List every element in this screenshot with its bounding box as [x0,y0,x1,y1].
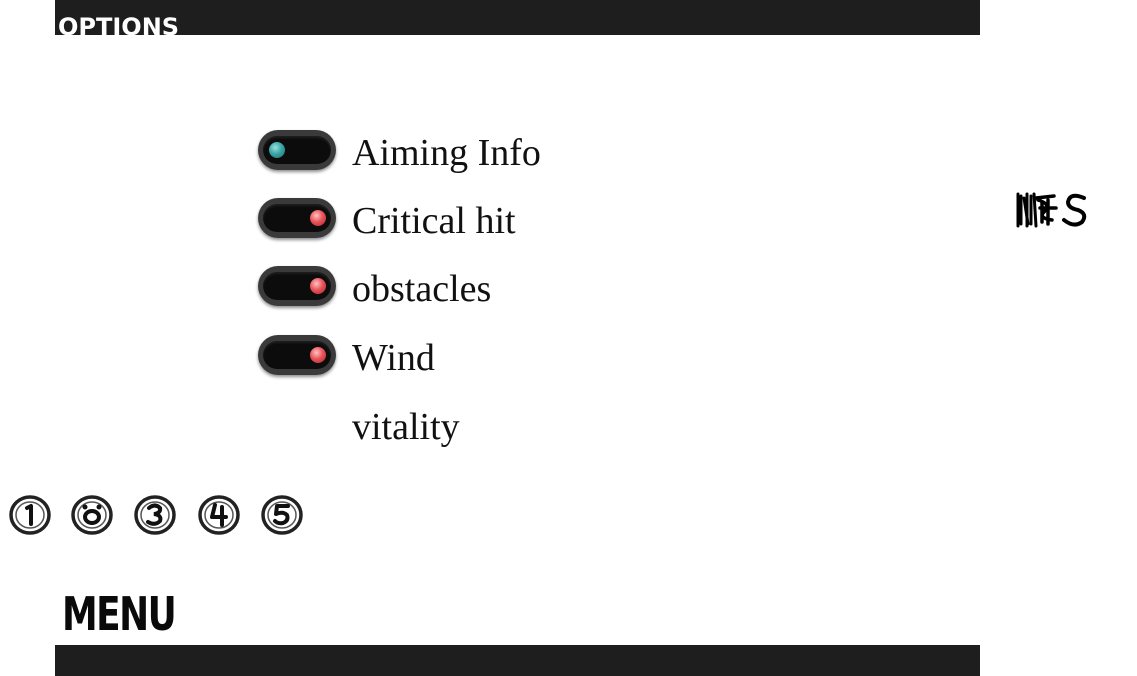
toggle-knob [310,210,326,226]
toggle-knob [310,347,326,363]
level-4-button[interactable] [197,494,241,536]
scribble-logo-icon [1016,192,1087,228]
level-2-button[interactable] [70,494,114,536]
option-row-vitality: vitality [258,404,678,448]
toggle-knob [310,278,326,294]
level-select [8,494,318,536]
level-1-button[interactable] [8,494,52,536]
footer-bar [55,645,980,676]
options-screen: OPTIONS Aiming Info Critical hit obstacl… [0,0,1137,676]
level-3-button[interactable] [133,494,177,536]
option-label: Critical hit [352,200,516,242]
option-label: Wind [352,337,435,379]
option-row-obstacles: obstacles [258,266,678,310]
menu-button[interactable]: MENU [62,584,177,644]
wind-toggle[interactable] [258,335,336,375]
page-title: OPTIONS [58,13,180,35]
toggle-knob [269,142,285,158]
level-5-button[interactable] [260,494,304,536]
option-row-aiming-info: Aiming Info [258,130,678,174]
header-bar: OPTIONS [55,0,980,35]
option-row-wind: Wind [258,335,678,379]
critical-hit-toggle[interactable] [258,198,336,238]
option-label: obstacles [352,268,492,310]
aiming-info-toggle[interactable] [258,130,336,170]
option-label: vitality [352,406,460,448]
option-label: Aiming Info [352,132,541,174]
option-row-critical-hit: Critical hit [258,198,678,242]
obstacles-toggle[interactable] [258,266,336,306]
